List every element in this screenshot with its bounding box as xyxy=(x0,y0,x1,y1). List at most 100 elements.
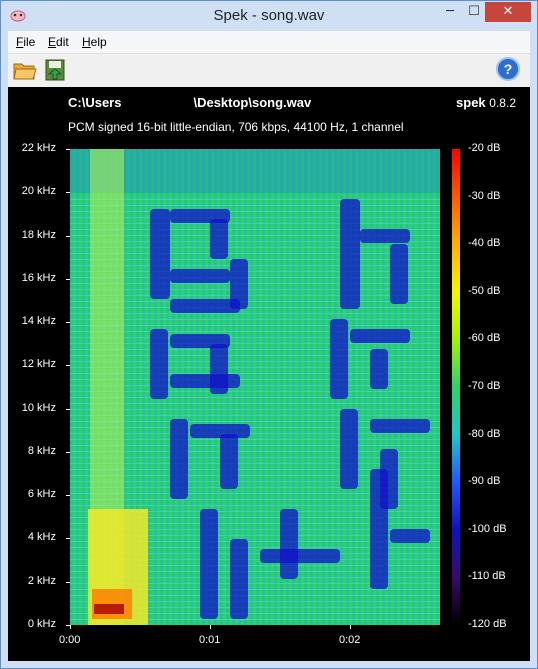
signal-blob xyxy=(170,419,188,499)
title-bar[interactable]: Spek - song.wav ─ ☐ ✕ xyxy=(1,1,537,31)
freq-tick xyxy=(66,451,70,453)
harmonic-line xyxy=(70,301,440,302)
freq-tick-label: 20 kHz xyxy=(21,185,56,198)
freq-tick xyxy=(66,235,70,237)
harmonic-line xyxy=(70,397,440,398)
menu-edit-accel: E xyxy=(48,35,57,49)
freq-tick xyxy=(66,192,70,194)
harmonic-line xyxy=(70,217,440,218)
freq-tick-label: 8 kHz xyxy=(27,444,56,457)
signal-blob xyxy=(190,424,250,438)
freq-tick xyxy=(66,149,70,150)
time-tick-label: 0:00 xyxy=(59,634,81,646)
signal-blob xyxy=(170,374,240,388)
signal-blob xyxy=(340,409,358,489)
signal-blob xyxy=(260,549,340,563)
signal-blob xyxy=(150,209,170,299)
harmonic-line xyxy=(70,295,440,296)
harmonic-line xyxy=(70,343,440,344)
time-tick-label: 0:02 xyxy=(339,634,361,646)
signal-blob xyxy=(280,509,298,579)
db-color-scale xyxy=(452,149,460,625)
signal-blob xyxy=(370,419,430,433)
db-tick-label: -40 dB xyxy=(468,237,501,250)
file-path-suffix: \Desktop\song.wav xyxy=(193,95,312,110)
harmonic-line xyxy=(70,283,440,284)
app-window: Spek - song.wav ─ ☐ ✕ File Edit Help ? C… xyxy=(0,0,538,669)
harmonic-line xyxy=(70,403,440,404)
harmonic-line xyxy=(70,415,440,416)
harmonic-line xyxy=(70,259,440,260)
db-tick-label: -30 dB xyxy=(468,189,501,202)
harmonic-line xyxy=(70,265,440,266)
signal-blob xyxy=(220,434,238,489)
db-tick-label: -100 dB xyxy=(468,522,507,535)
spectrogram-canvas: C:\Users \Desktop\song.wav spek 0.8.2 PCM… xyxy=(8,87,530,661)
file-path-prefix: C:\Users xyxy=(68,95,122,110)
menu-help[interactable]: Help xyxy=(82,35,107,49)
signal-blob xyxy=(350,329,410,343)
harmonic-line xyxy=(70,307,440,308)
db-tick-label: -90 dB xyxy=(468,475,501,488)
db-tick-label: -20 dB xyxy=(468,142,501,154)
save-icon[interactable] xyxy=(42,57,68,83)
db-tick-label: -110 dB xyxy=(468,570,506,583)
time-tick xyxy=(70,625,71,629)
freq-tick-label: 12 kHz xyxy=(21,358,56,371)
help-icon[interactable]: ? xyxy=(496,57,520,81)
harmonic-line xyxy=(70,313,440,314)
freq-tick-label: 16 kHz xyxy=(21,271,56,284)
db-tick-label: -120 dB xyxy=(468,618,507,630)
toolbar: ? xyxy=(8,54,530,87)
freq-tick-label: 0 kHz xyxy=(27,618,56,630)
menu-bar: File Edit Help xyxy=(8,31,530,54)
folder-open-icon[interactable] xyxy=(12,57,38,83)
freq-tick-label: 4 kHz xyxy=(27,531,56,544)
signal-blob xyxy=(390,244,408,304)
signal-blob xyxy=(360,229,410,243)
freq-tick-label: 18 kHz xyxy=(21,228,56,241)
harmonic-line xyxy=(70,439,440,440)
db-tick-label: -50 dB xyxy=(468,284,501,297)
freq-tick xyxy=(66,322,70,324)
signal-blob xyxy=(170,299,240,313)
file-path: C:\Users \Desktop\song.wav xyxy=(68,95,311,110)
harmonic-line xyxy=(70,223,440,224)
freq-tick xyxy=(66,408,70,410)
time-tick xyxy=(210,625,211,629)
harmonic-line xyxy=(70,433,440,434)
freq-tick-label: 10 kHz xyxy=(21,401,56,414)
spectrogram-plot xyxy=(70,149,440,625)
freq-tick xyxy=(66,538,70,540)
freq-tick xyxy=(66,495,70,497)
brand-version: 0.8.2 xyxy=(489,96,516,110)
harmonic-line xyxy=(70,319,440,320)
harmonic-line xyxy=(70,253,440,254)
harmonic-line xyxy=(70,271,440,272)
harmonic-line xyxy=(70,391,440,392)
client-area: File Edit Help ? C:\Users \Desktop\song.w… xyxy=(8,31,530,661)
freq-tick-label: 14 kHz xyxy=(21,315,56,328)
signal-blob xyxy=(210,219,228,259)
freq-tick-label: 6 kHz xyxy=(27,488,56,501)
close-button[interactable]: ✕ xyxy=(485,2,531,22)
menu-help-label: elp xyxy=(90,35,107,49)
signal-blob xyxy=(390,529,430,543)
maximize-button[interactable]: ☐ xyxy=(463,2,485,22)
low-energy-core xyxy=(94,604,124,614)
signal-blob xyxy=(230,539,248,619)
harmonic-line xyxy=(70,211,440,212)
minimize-button[interactable]: ─ xyxy=(437,2,463,22)
time-tick-label: 0:01 xyxy=(199,634,221,646)
menu-help-accel: H xyxy=(82,35,91,49)
signal-blob xyxy=(150,329,168,399)
freq-tick xyxy=(66,365,70,367)
menu-file[interactable]: File xyxy=(16,35,35,49)
harmonic-line xyxy=(70,199,440,200)
time-tick xyxy=(350,625,351,629)
menu-edit[interactable]: Edit xyxy=(48,35,69,49)
db-tick-label: -60 dB xyxy=(468,332,501,345)
signal-blob xyxy=(170,269,230,283)
signal-blob xyxy=(200,509,218,619)
brand-name: spek xyxy=(456,95,486,110)
